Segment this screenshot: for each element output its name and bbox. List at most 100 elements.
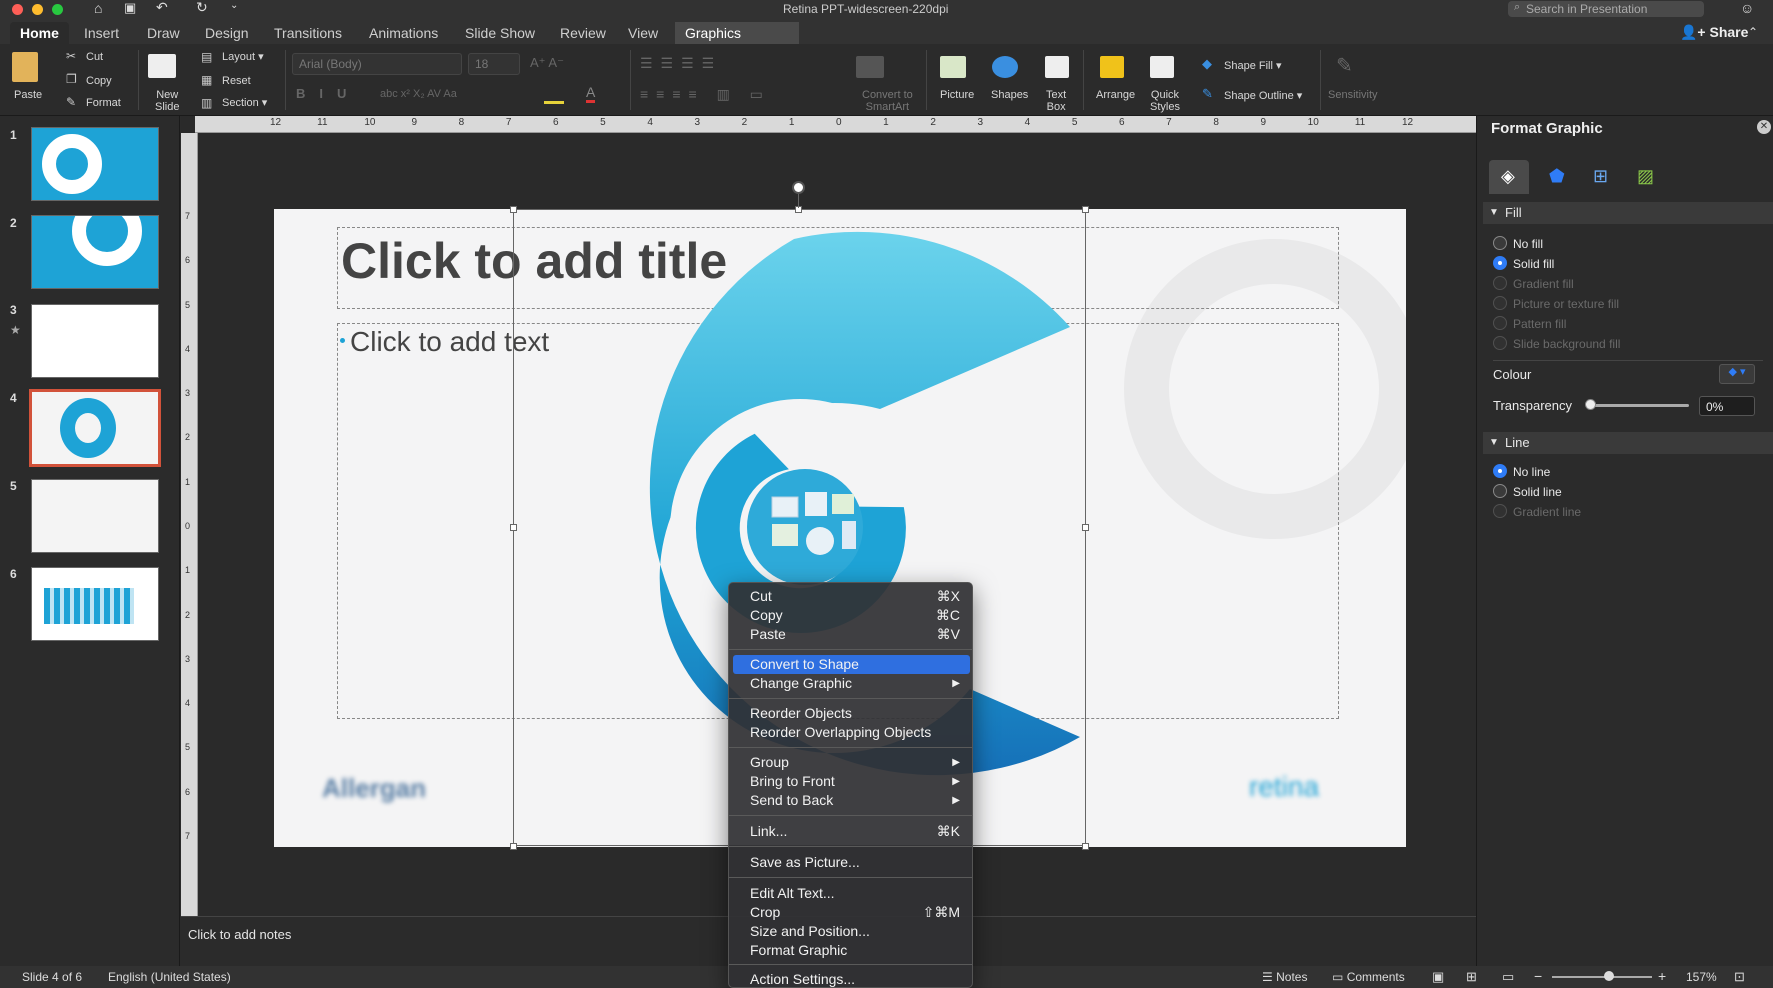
textbox-button[interactable]: Text Box xyxy=(1046,89,1066,113)
redo-icon[interactable]: ↻ xyxy=(196,0,208,16)
undo-icon[interactable]: ↶ xyxy=(156,0,168,16)
radio-button[interactable] xyxy=(1493,464,1507,478)
tab-design[interactable]: Design xyxy=(195,22,259,44)
tab-transitions[interactable]: Transitions xyxy=(264,22,352,44)
size-properties-icon[interactable]: ⊞ xyxy=(1593,166,1608,187)
convert-smartart-button[interactable]: Convert to SmartArt xyxy=(862,89,913,113)
transparency-input[interactable]: 0% xyxy=(1699,396,1755,416)
colour-picker-dropdown[interactable]: ◆ ▾ xyxy=(1719,364,1755,384)
font-size-dropdown[interactable]: 18 xyxy=(468,53,520,75)
radio-option[interactable]: No line xyxy=(1493,462,1753,480)
zoom-out-icon[interactable]: − xyxy=(1534,968,1542,984)
highlight-icon[interactable] xyxy=(544,86,564,104)
account-smiley-icon[interactable]: ☺ xyxy=(1740,0,1754,16)
fill-line-tab[interactable]: ◈ xyxy=(1489,160,1529,194)
radio-button[interactable] xyxy=(1493,484,1507,498)
textbox-icon[interactable] xyxy=(1045,56,1069,78)
radio-option[interactable]: Solid fill xyxy=(1493,254,1753,272)
minimize-window-button[interactable] xyxy=(32,4,43,15)
shape-fill-button[interactable]: Shape Fill ▾ xyxy=(1224,60,1282,72)
radio-option[interactable]: Solid line xyxy=(1493,482,1753,500)
reading-view-icon[interactable]: ▭ xyxy=(1502,969,1514,985)
resize-handle[interactable] xyxy=(510,206,517,213)
font-name-dropdown[interactable]: Arial (Body) xyxy=(292,53,462,75)
menu-item-group[interactable]: Group ▶ xyxy=(733,753,970,772)
arrange-icon[interactable] xyxy=(1100,56,1124,78)
slide-sorter-icon[interactable]: ⊞ xyxy=(1466,969,1477,985)
share-button[interactable]: 👤+ Share xyxy=(1680,24,1748,41)
menu-item-paste[interactable]: Paste ⌘V xyxy=(733,625,970,644)
slide-thumbnail-1[interactable] xyxy=(31,127,159,201)
convert-smartart-icon[interactable] xyxy=(856,56,884,78)
resize-handle[interactable] xyxy=(1082,206,1089,213)
fill-section-header[interactable]: ▼ Fill xyxy=(1483,202,1773,224)
slide-thumbnail-6[interactable] xyxy=(31,567,159,641)
zoom-level[interactable]: 157% xyxy=(1686,970,1717,984)
search-box[interactable]: ⌕ Search in Presentation xyxy=(1508,1,1704,17)
list-icons[interactable]: ☰☰☰☰ xyxy=(640,55,722,72)
transparency-slider[interactable] xyxy=(1589,404,1689,407)
radio-button[interactable] xyxy=(1493,256,1507,270)
paste-icon[interactable] xyxy=(12,52,38,82)
zoom-in-icon[interactable]: + xyxy=(1658,968,1666,984)
resize-handle[interactable] xyxy=(510,524,517,531)
comments-button[interactable]: ▭ Comments xyxy=(1332,970,1405,984)
resize-handle[interactable] xyxy=(1082,524,1089,531)
paste-button[interactable]: Paste xyxy=(14,89,42,101)
picture-tab-icon[interactable]: ▨ xyxy=(1637,166,1654,187)
layout-button[interactable]: Layout ▾ xyxy=(222,51,264,63)
fit-to-window-icon[interactable]: ⊡ xyxy=(1734,969,1745,985)
menu-item-edit-alt-text[interactable]: Edit Alt Text... xyxy=(733,884,970,903)
home-icon[interactable]: ⌂ xyxy=(94,0,102,16)
menu-item-reorder-overlapping[interactable]: Reorder Overlapping Objects xyxy=(733,723,970,742)
normal-view-icon[interactable]: ▣ xyxy=(1432,969,1444,985)
menu-item-change-graphic[interactable]: Change Graphic ▶ xyxy=(733,674,970,693)
language-indicator[interactable]: English (United States) xyxy=(108,970,231,984)
tab-review[interactable]: Review xyxy=(550,22,616,44)
font-color-icon[interactable]: A xyxy=(586,84,596,103)
sensitivity-button[interactable]: Sensitivity xyxy=(1328,89,1378,101)
arrange-button[interactable]: Arrange xyxy=(1096,89,1135,101)
text-format-icons[interactable]: BIU xyxy=(296,86,360,101)
menu-item-copy[interactable]: Copy ⌘C xyxy=(733,606,970,625)
slide-thumbnail-3[interactable] xyxy=(31,304,159,378)
radio-option[interactable]: No fill xyxy=(1493,234,1753,252)
rotate-handle-icon[interactable] xyxy=(792,181,805,194)
menu-item-reorder-objects[interactable]: Reorder Objects xyxy=(733,704,970,723)
strikethrough-icon[interactable]: abc x² X₂ AV Aa xyxy=(380,88,457,100)
tab-home[interactable]: Home xyxy=(10,22,69,44)
align-icons[interactable]: ≡≡≡≡ ▥ ▭ xyxy=(640,86,771,103)
copy-button[interactable]: Copy xyxy=(86,75,112,87)
effects-pentagon-icon[interactable]: ⬟ xyxy=(1549,166,1565,187)
collapse-ribbon-icon[interactable]: ⌃ xyxy=(1748,25,1758,39)
menu-item-link[interactable]: Link... ⌘K xyxy=(733,822,970,841)
menu-item-cut[interactable]: Cut ⌘X xyxy=(733,587,970,606)
line-section-header[interactable]: ▼ Line xyxy=(1483,432,1773,454)
menu-item-size-and-position[interactable]: Size and Position... xyxy=(733,922,970,941)
tab-draw[interactable]: Draw xyxy=(137,22,190,44)
tab-insert[interactable]: Insert xyxy=(74,22,129,44)
tab-view[interactable]: View xyxy=(618,22,668,44)
resize-handle[interactable] xyxy=(510,843,517,850)
new-slide-button[interactable]: New Slide xyxy=(155,89,179,113)
menu-item-crop[interactable]: Crop ⇧⌘M xyxy=(733,903,970,922)
slide-thumbnail-2[interactable] xyxy=(31,215,159,289)
sensitivity-icon[interactable]: ✎ xyxy=(1336,53,1353,78)
zoom-slider[interactable] xyxy=(1552,976,1652,978)
grow-font-icon[interactable]: A⁺ A⁻ xyxy=(530,55,564,71)
picture-icon[interactable] xyxy=(940,56,966,78)
zoom-slider-knob[interactable] xyxy=(1604,971,1614,981)
customize-toolbar-icon[interactable]: ⌄ xyxy=(230,0,238,11)
zoom-window-button[interactable] xyxy=(52,4,63,15)
resize-handle[interactable] xyxy=(1082,843,1089,850)
format-painter-button[interactable]: Format xyxy=(86,97,121,109)
shape-outline-button[interactable]: Shape Outline ▾ xyxy=(1224,90,1302,102)
tab-animations[interactable]: Animations xyxy=(359,22,448,44)
close-window-button[interactable] xyxy=(12,4,23,15)
reset-button[interactable]: Reset xyxy=(222,75,251,87)
slide-thumbnail-4[interactable] xyxy=(29,389,161,467)
menu-item-format-graphic[interactable]: Format Graphic xyxy=(733,941,970,960)
quick-styles-icon[interactable] xyxy=(1150,56,1174,78)
quick-styles-button[interactable]: Quick Styles xyxy=(1150,89,1180,113)
shapes-icon[interactable] xyxy=(992,56,1018,78)
